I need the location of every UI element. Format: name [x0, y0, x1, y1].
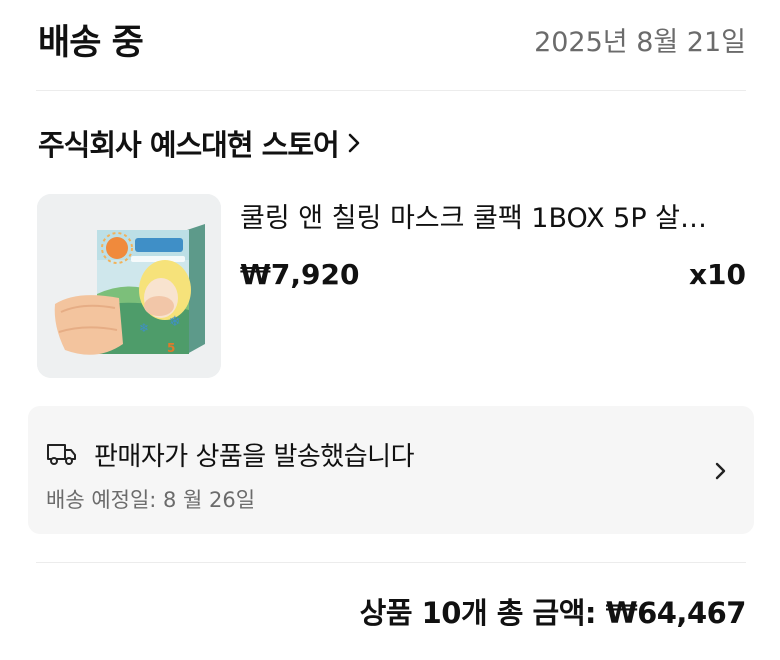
product-price: ₩7,920: [240, 258, 360, 291]
store-link[interactable]: 주식회사 예스대현 스토어: [38, 120, 363, 166]
order-header: 배송 중 2025년 8월 21일: [38, 14, 746, 64]
product-quantity: x10: [688, 258, 746, 291]
svg-text:❄: ❄: [139, 321, 149, 335]
divider: [36, 90, 746, 91]
shipping-eta: 배송 예정일: 8 월 26일: [46, 488, 256, 512]
svg-text:❄: ❄: [169, 314, 181, 330]
divider: [36, 562, 746, 563]
store-name: 주식회사 예스대현 스토어: [38, 128, 340, 162]
product-item[interactable]: ❄ ❄ 5 쿨링 앤 칠링 마스크 쿨팩 1BOX 5P 살… ₩7,920 x…: [37, 194, 746, 380]
order-total: 상품 10개 총 금액: ₩64,467: [359, 596, 747, 630]
chevron-right-icon: [348, 133, 359, 153]
shipping-status-card[interactable]: 판매자가 상품을 발송했습니다 배송 예정일: 8 월 26일: [28, 406, 754, 534]
svg-text:5: 5: [167, 341, 175, 355]
order-date: 2025년 8월 21일: [534, 26, 746, 58]
product-image: ❄ ❄ 5: [37, 194, 221, 378]
order-status-title: 배송 중: [38, 22, 144, 63]
product-name: 쿨링 앤 칠링 마스크 쿨팩 1BOX 5P 살…: [240, 203, 708, 234]
shipping-message: 판매자가 상품을 발송했습니다: [94, 442, 415, 472]
product-thumbnail[interactable]: ❄ ❄ 5: [37, 194, 221, 378]
truck-icon: [47, 444, 76, 465]
chevron-right-icon: [715, 462, 726, 480]
